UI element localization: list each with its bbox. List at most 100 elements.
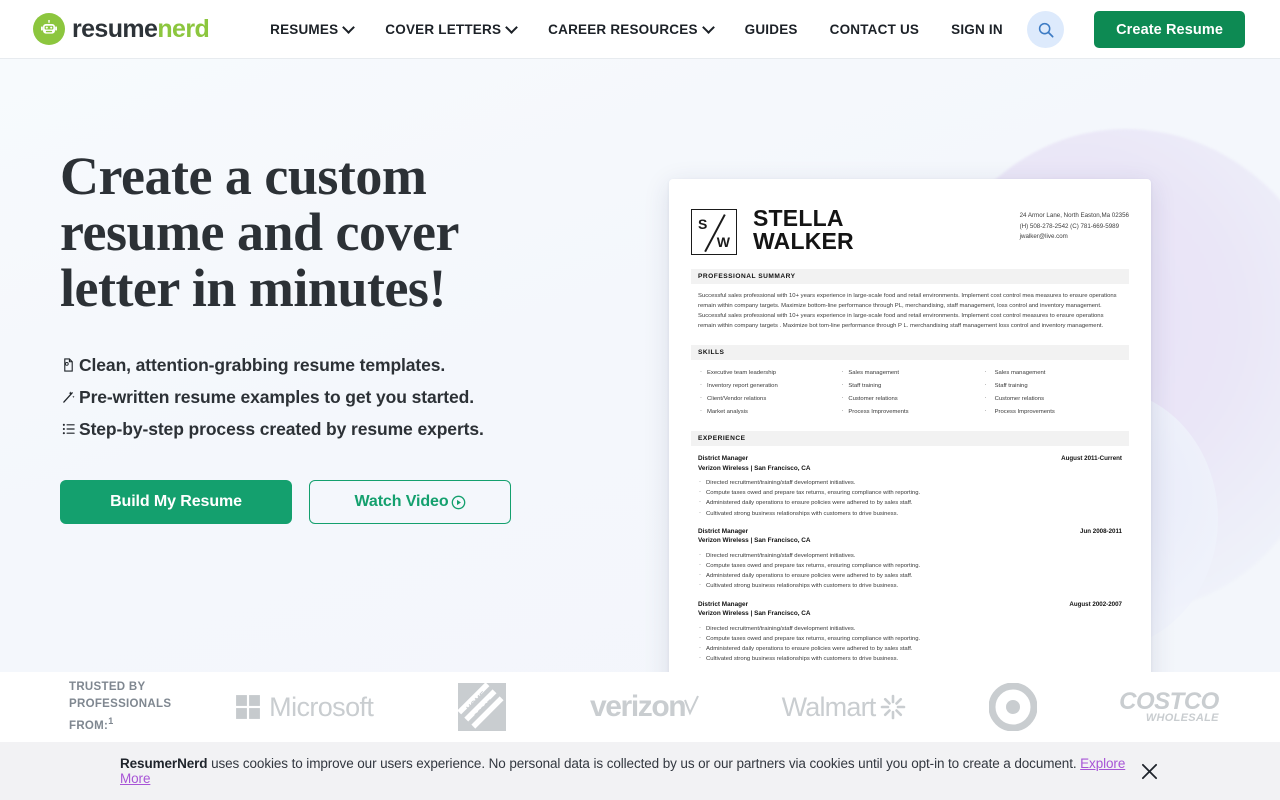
skills-column: Executive team leadership Inventory repo… bbox=[698, 366, 839, 419]
summary-text: Successful sales professional with 10+ y… bbox=[698, 293, 1117, 329]
nav-item-contact-us[interactable]: CONTACT US bbox=[814, 0, 936, 58]
create-resume-button[interactable]: Create Resume bbox=[1094, 11, 1245, 48]
chevron-down-icon bbox=[507, 23, 516, 32]
main-nav: RESUMES COVER LETTERS CAREER RESOURCES G… bbox=[254, 0, 1019, 58]
magic-wand-icon bbox=[60, 389, 76, 405]
cookie-message: ResumerNerd uses cookies to improve our … bbox=[0, 756, 1138, 786]
section-header-skills: SKILLS bbox=[691, 345, 1129, 360]
nav-label: GUIDES bbox=[744, 21, 798, 37]
home-depot-logo: THE HOME DEPOT bbox=[456, 681, 508, 733]
nav-item-sign-in[interactable]: SIGN IN bbox=[935, 0, 1019, 58]
close-icon bbox=[1141, 763, 1157, 779]
job-bullet: Cultivated strong business relationships… bbox=[698, 508, 1122, 519]
ordered-list-icon bbox=[60, 421, 76, 437]
verizon-logo-text: verizon bbox=[589, 690, 687, 723]
skill-item: Staff training bbox=[839, 379, 980, 393]
section-header-summary: PROFESSIONAL SUMMARY bbox=[691, 269, 1129, 284]
job-bullet: Compute taxes owed and prepare tax retur… bbox=[698, 487, 1122, 498]
resume-contact: 24 Armor Lane, North Easton,Ma 02356 (H)… bbox=[1020, 207, 1129, 243]
nav-item-cover-letters[interactable]: COVER LETTERS bbox=[369, 0, 532, 58]
hero-bullets: Clean, attention-grabbing resume templat… bbox=[60, 349, 620, 445]
job-org: Verizon Wireless | San Francisco, CA bbox=[698, 610, 811, 618]
trusted-line-3: FROM:1 bbox=[69, 716, 114, 732]
chevron-down-icon bbox=[704, 23, 713, 32]
hero-bullet-item: Step-by-step process created by resume e… bbox=[60, 413, 620, 445]
section-header-experience: EXPERIENCE bbox=[691, 431, 1129, 446]
site-header: resumenerd RESUMES COVER LETTERS CAREER … bbox=[0, 0, 1280, 59]
resume-name: STELLA WALKER bbox=[753, 207, 854, 253]
resume-header: S W STELLA WALKER 24 Armor Lane, North E… bbox=[691, 207, 1129, 255]
skills-body: Executive team leadership Inventory repo… bbox=[691, 360, 1129, 419]
nav-label: COVER LETTERS bbox=[385, 21, 502, 37]
logo-text-secondary: nerd bbox=[157, 14, 210, 43]
job-bullet: Cultivated strong business relationships… bbox=[698, 653, 1122, 664]
nav-item-career-resources[interactable]: CAREER RESOURCES bbox=[532, 0, 728, 58]
document-icon bbox=[60, 357, 76, 373]
resume-name-last: WALKER bbox=[753, 228, 854, 254]
search-button[interactable] bbox=[1027, 11, 1064, 48]
hero-bullet-text: Step-by-step process created by resume e… bbox=[79, 419, 484, 439]
skill-item: Market analysis bbox=[698, 405, 839, 419]
costco-logo-text: COSTCO bbox=[1119, 688, 1219, 715]
nav-label: SIGN IN bbox=[951, 21, 1003, 37]
job-bullet: Administered daily operations to ensure … bbox=[698, 570, 1122, 581]
skill-item: Customer relations bbox=[981, 392, 1122, 406]
skill-item: Client/Vendor relations bbox=[698, 392, 839, 406]
job-title: District Manager bbox=[698, 600, 749, 608]
skills-column: Sales management Staff training Customer… bbox=[981, 366, 1122, 419]
walmart-logo: Walmart bbox=[782, 692, 907, 723]
monogram-right: W bbox=[716, 234, 730, 250]
page-root: resumenerd RESUMES COVER LETTERS CAREER … bbox=[0, 0, 1280, 800]
trusted-by-label: TRUSTED BY PROFESSIONALS FROM:1 bbox=[69, 679, 184, 735]
skill-item: Sales management bbox=[839, 366, 980, 380]
job-org: Verizon Wireless | San Francisco, CA bbox=[698, 537, 811, 545]
nav-label: CAREER RESOURCES bbox=[548, 21, 698, 37]
skill-item: Inventory report generation bbox=[698, 379, 839, 393]
logo-text-primary: resume bbox=[72, 14, 158, 43]
microsoft-logo: Microsoft bbox=[235, 691, 374, 723]
experience-entry: District Manager Jun 2008-2011 Verizon W… bbox=[691, 519, 1129, 592]
job-org: Verizon Wireless | San Francisco, CA bbox=[698, 464, 811, 472]
logo[interactable]: resumenerd bbox=[33, 13, 210, 45]
skill-item: Executive team leadership bbox=[698, 366, 839, 380]
job-title: District Manager bbox=[698, 527, 749, 535]
nav-label: RESUMES bbox=[270, 21, 339, 37]
nav-item-resumes[interactable]: RESUMES bbox=[254, 0, 369, 58]
cookie-banner: ResumerNerd uses cookies to improve our … bbox=[0, 742, 1280, 800]
trusted-line-2: PROFESSIONALS bbox=[69, 698, 172, 711]
job-bullet: Directed recruitment/training/staff deve… bbox=[698, 550, 1122, 561]
skills-column: Sales management Staff training Customer… bbox=[839, 366, 980, 419]
trusted-by-section: TRUSTED BY PROFESSIONALS FROM:1 Microsof… bbox=[0, 672, 1280, 742]
job-bullets: Directed recruitment/training/staff deve… bbox=[698, 477, 1122, 519]
skill-item: Customer relations bbox=[839, 392, 980, 406]
monogram-icon: S W bbox=[691, 209, 737, 255]
microsoft-logo-text: Microsoft bbox=[269, 691, 374, 722]
logo-text: resumenerd bbox=[72, 14, 210, 43]
job-bullet: Directed recruitment/training/staff deve… bbox=[698, 477, 1122, 488]
cookie-close-button[interactable] bbox=[1138, 760, 1160, 782]
costco-logo-sub: WHOLESALE bbox=[1145, 712, 1219, 724]
job-date: Jun 2008-2011 bbox=[1080, 527, 1122, 535]
experience-entry: District Manager August 2002-2007 Verizo… bbox=[691, 592, 1129, 665]
job-bullets: Directed recruitment/training/staff deve… bbox=[698, 550, 1122, 592]
nav-item-guides[interactable]: GUIDES bbox=[729, 0, 814, 58]
resume-name-first: STELLA bbox=[753, 205, 844, 231]
watch-video-button[interactable]: Watch Video bbox=[309, 480, 511, 524]
hero-content: Create a custom resume and cover letter … bbox=[60, 148, 620, 524]
build-my-resume-button[interactable]: Build My Resume bbox=[60, 480, 292, 524]
robot-nerd-icon bbox=[33, 13, 65, 45]
watch-video-label: Watch Video bbox=[354, 493, 449, 510]
job-bullet: Administered daily operations to ensure … bbox=[698, 643, 1122, 654]
hero-bullet-item: Pre-written resume examples to get you s… bbox=[60, 381, 620, 413]
nav-label: CONTACT US bbox=[829, 21, 920, 37]
experience-entry: District Manager August 2011-Current Ver… bbox=[691, 446, 1129, 519]
target-logo bbox=[988, 683, 1037, 731]
skill-item: Process Improvements bbox=[981, 405, 1122, 419]
skill-item: Staff training bbox=[981, 379, 1122, 393]
resume-contact-email: jwalker@live.com bbox=[1019, 233, 1068, 240]
verizon-logo: verizon bbox=[589, 690, 700, 724]
job-bullet: Directed recruitment/training/staff deve… bbox=[698, 623, 1122, 634]
resume-preview-card[interactable]: S W STELLA WALKER 24 Armor Lane, North E… bbox=[669, 179, 1151, 672]
hero-bullet-item: Clean, attention-grabbing resume templat… bbox=[60, 349, 620, 381]
job-bullet: Cultivated strong business relationships… bbox=[698, 580, 1122, 591]
